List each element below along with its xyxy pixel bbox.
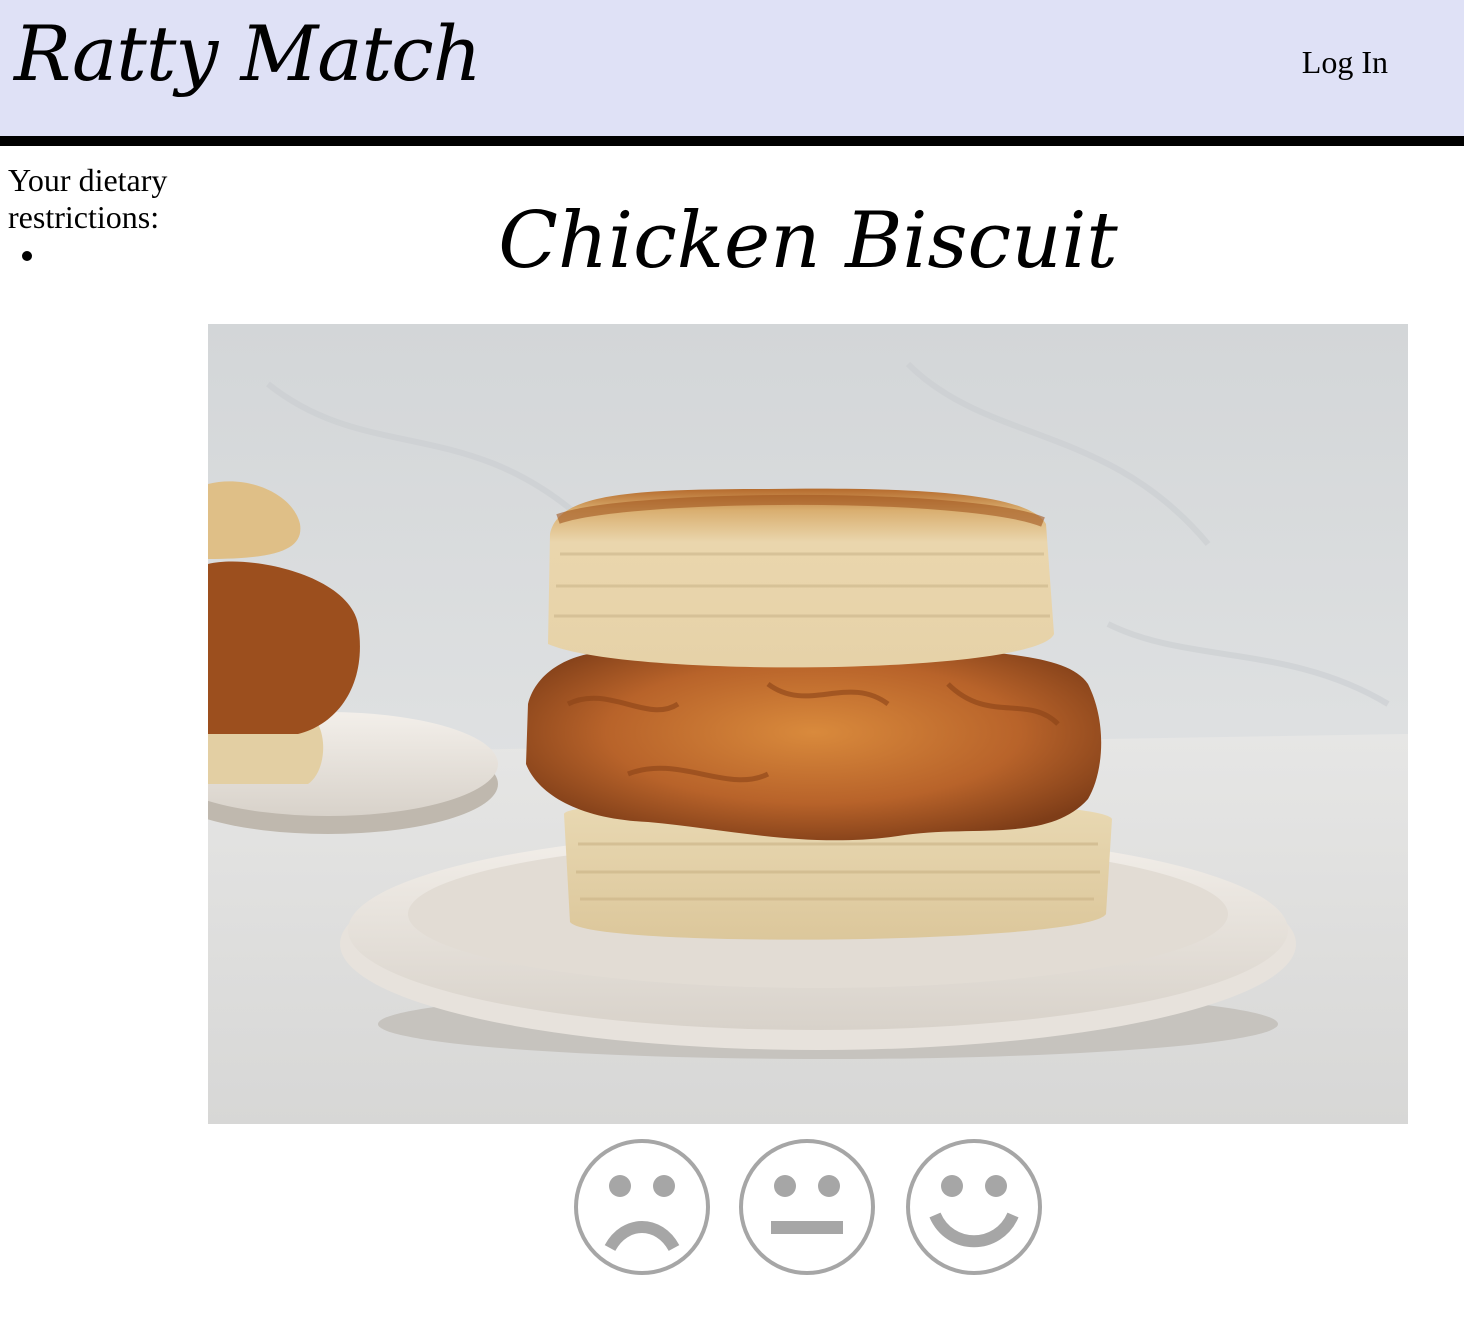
dish-title: Chicken Biscuit xyxy=(498,196,1118,286)
chicken-biscuit-photo xyxy=(208,324,1408,1124)
neutral-button[interactable] xyxy=(738,1138,876,1276)
dietary-restrictions-panel: Your dietary restrictions: xyxy=(8,162,198,273)
dish-photo xyxy=(208,324,1408,1124)
site-logo[interactable]: Ratty Match xyxy=(14,4,482,104)
login-link[interactable]: Log In xyxy=(1302,42,1388,82)
dietary-restrictions-label: Your dietary restrictions: xyxy=(8,162,168,235)
neutral-face-icon xyxy=(739,1139,875,1275)
smile-face-icon xyxy=(906,1139,1042,1275)
frown-face-icon xyxy=(574,1139,710,1275)
list-item xyxy=(48,236,198,273)
dietary-restrictions-list xyxy=(8,236,198,273)
dislike-button[interactable] xyxy=(573,1138,711,1276)
like-button[interactable] xyxy=(905,1138,1043,1276)
header: Ratty Match Log In xyxy=(0,0,1464,146)
